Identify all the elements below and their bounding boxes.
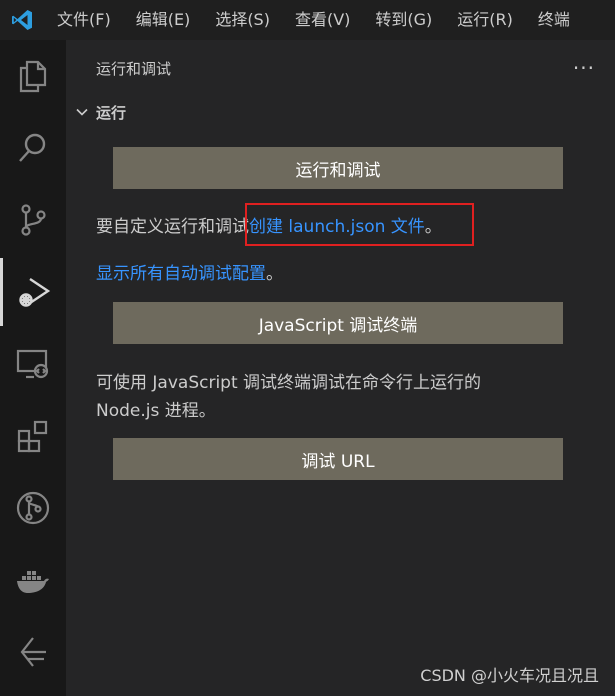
watermark: CSDN @小火车况且况且 xyxy=(420,666,599,685)
run-debug-icon[interactable] xyxy=(0,258,66,326)
highlight-box xyxy=(245,203,474,246)
vscode-logo-icon xyxy=(0,0,44,40)
menu-selection[interactable]: 选择(S) xyxy=(202,0,282,40)
git-graph-icon[interactable] xyxy=(0,474,66,542)
chevron-down-icon xyxy=(72,102,92,122)
docker-icon[interactable] xyxy=(0,546,66,614)
activity-bar xyxy=(0,40,66,696)
js-desc-line1: 可使用 JavaScript 调试终端调试在命令行上运行的 xyxy=(96,373,482,393)
menu-terminal[interactable]: 终端 xyxy=(525,0,582,40)
sidebar-title: 运行和调试 xyxy=(96,59,172,78)
more-actions-icon[interactable]: ··· xyxy=(573,56,595,80)
section-title: 运行 xyxy=(96,103,127,122)
sidebar-header: 运行和调试 ··· xyxy=(66,40,615,96)
source-control-icon[interactable] xyxy=(0,186,66,254)
show-auto-debug-configs-link[interactable]: 显示所有自动调试配置 xyxy=(96,264,266,284)
extensions-icon[interactable] xyxy=(0,402,66,470)
explorer-icon[interactable] xyxy=(0,42,66,110)
menu-file[interactable]: 文件(F) xyxy=(44,0,123,40)
run-and-debug-button[interactable]: 运行和调试 xyxy=(113,147,563,189)
javascript-debug-terminal-button[interactable]: JavaScript 调试终端 xyxy=(113,302,563,344)
debug-url-button[interactable]: 调试 URL xyxy=(113,438,563,480)
show-configs-text: 显示所有自动调试配置。 xyxy=(96,259,283,284)
remote-explorer-icon[interactable] xyxy=(0,330,66,398)
customize-prefix: 要自定义运行和调试 xyxy=(96,217,249,237)
menu-view[interactable]: 查看(V) xyxy=(282,0,362,40)
search-icon[interactable] xyxy=(0,114,66,182)
timeline-icon[interactable] xyxy=(0,618,66,686)
menu-edit[interactable]: 编辑(E) xyxy=(123,0,203,40)
menu-run[interactable]: 运行(R) xyxy=(444,0,525,40)
show-configs-suffix: 。 xyxy=(266,264,283,284)
menu-bar: 文件(F) 编辑(E) 选择(S) 查看(V) 转到(G) 运行(R) 终端 xyxy=(0,0,615,40)
menu-go[interactable]: 转到(G) xyxy=(362,0,444,40)
js-desc-line2: Node.js 进程。 xyxy=(96,401,216,421)
section-header-run[interactable]: 运行 xyxy=(66,96,615,128)
